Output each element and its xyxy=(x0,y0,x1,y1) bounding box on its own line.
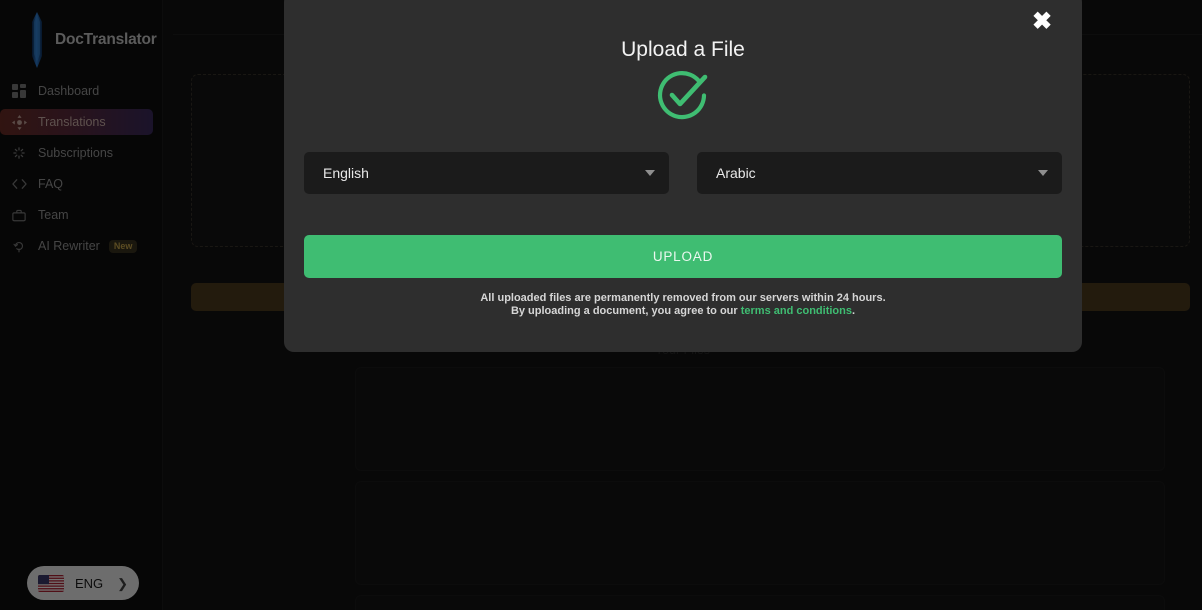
source-language-value: English xyxy=(323,165,369,181)
modal-title: Upload a File xyxy=(621,38,745,61)
close-x-icon[interactable]: ✖ xyxy=(1028,8,1056,36)
chevron-down-icon xyxy=(1038,170,1048,176)
disclaimer-line-1: All uploaded files are permanently remov… xyxy=(480,292,886,304)
chevron-down-icon xyxy=(645,170,655,176)
upload-button[interactable]: UPLOAD xyxy=(304,235,1062,278)
disclaimer-line-2-prefix: By uploading a document, you agree to ou… xyxy=(510,304,741,317)
upload-file-modal: ✖ Upload a File English Arabic UPLOAD Al… xyxy=(284,0,1082,352)
language-selectors: English Arabic xyxy=(304,152,1062,194)
terms-and-conditions-link[interactable]: terms and conditions xyxy=(741,305,852,317)
status-icon-wrap xyxy=(284,68,1082,129)
check-circle-icon xyxy=(652,68,714,129)
target-language-select[interactable]: Arabic xyxy=(697,152,1062,194)
target-language-value: Arabic xyxy=(716,165,756,181)
app-root: Your Files DocTr xyxy=(0,0,1202,610)
disclaimer-line-2-suffix: . xyxy=(851,304,856,317)
upload-disclaimer: All uploaded files are permanently remov… xyxy=(284,292,1082,317)
source-language-select[interactable]: English xyxy=(304,152,669,194)
